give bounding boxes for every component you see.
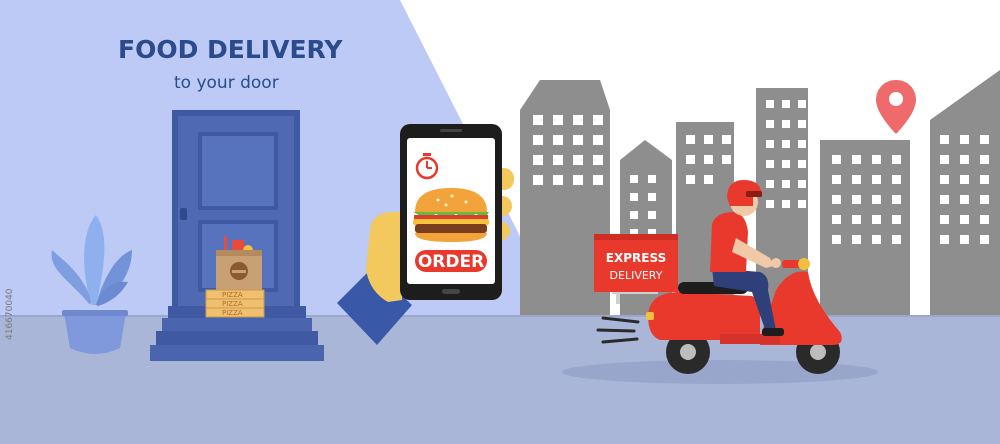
stock-image-id: 416670040 xyxy=(5,288,15,340)
headline-subtitle: to your door xyxy=(174,73,279,93)
burger-icon xyxy=(413,188,489,242)
pizza-box-stack: PIZZA PIZZA PIZZA xyxy=(205,289,265,318)
order-button-label: ORDER xyxy=(418,252,484,272)
pizza-box-label: PIZZA xyxy=(222,309,243,317)
ground xyxy=(0,315,1000,444)
illustration-canvas: FOOD DELIVERY to your door PIZZA PIZZA P… xyxy=(0,0,1000,444)
order-button[interactable]: ORDER xyxy=(415,250,487,272)
door-knob-icon xyxy=(180,208,187,220)
pizza-box-label: PIZZA xyxy=(222,300,243,308)
pizza-box-label: PIZZA xyxy=(222,291,243,299)
rider-shoe xyxy=(762,328,784,336)
delivery-scene: FOOD DELIVERY to your door PIZZA PIZZA P… xyxy=(0,0,1000,444)
phone-home-button xyxy=(442,289,460,294)
box-label-line1: EXPRESS xyxy=(606,251,666,265)
box-label-line2: DELIVERY xyxy=(610,269,663,282)
headline-title: FOOD DELIVERY xyxy=(118,35,343,64)
express-delivery-box: EXPRESS DELIVERY xyxy=(594,234,678,292)
